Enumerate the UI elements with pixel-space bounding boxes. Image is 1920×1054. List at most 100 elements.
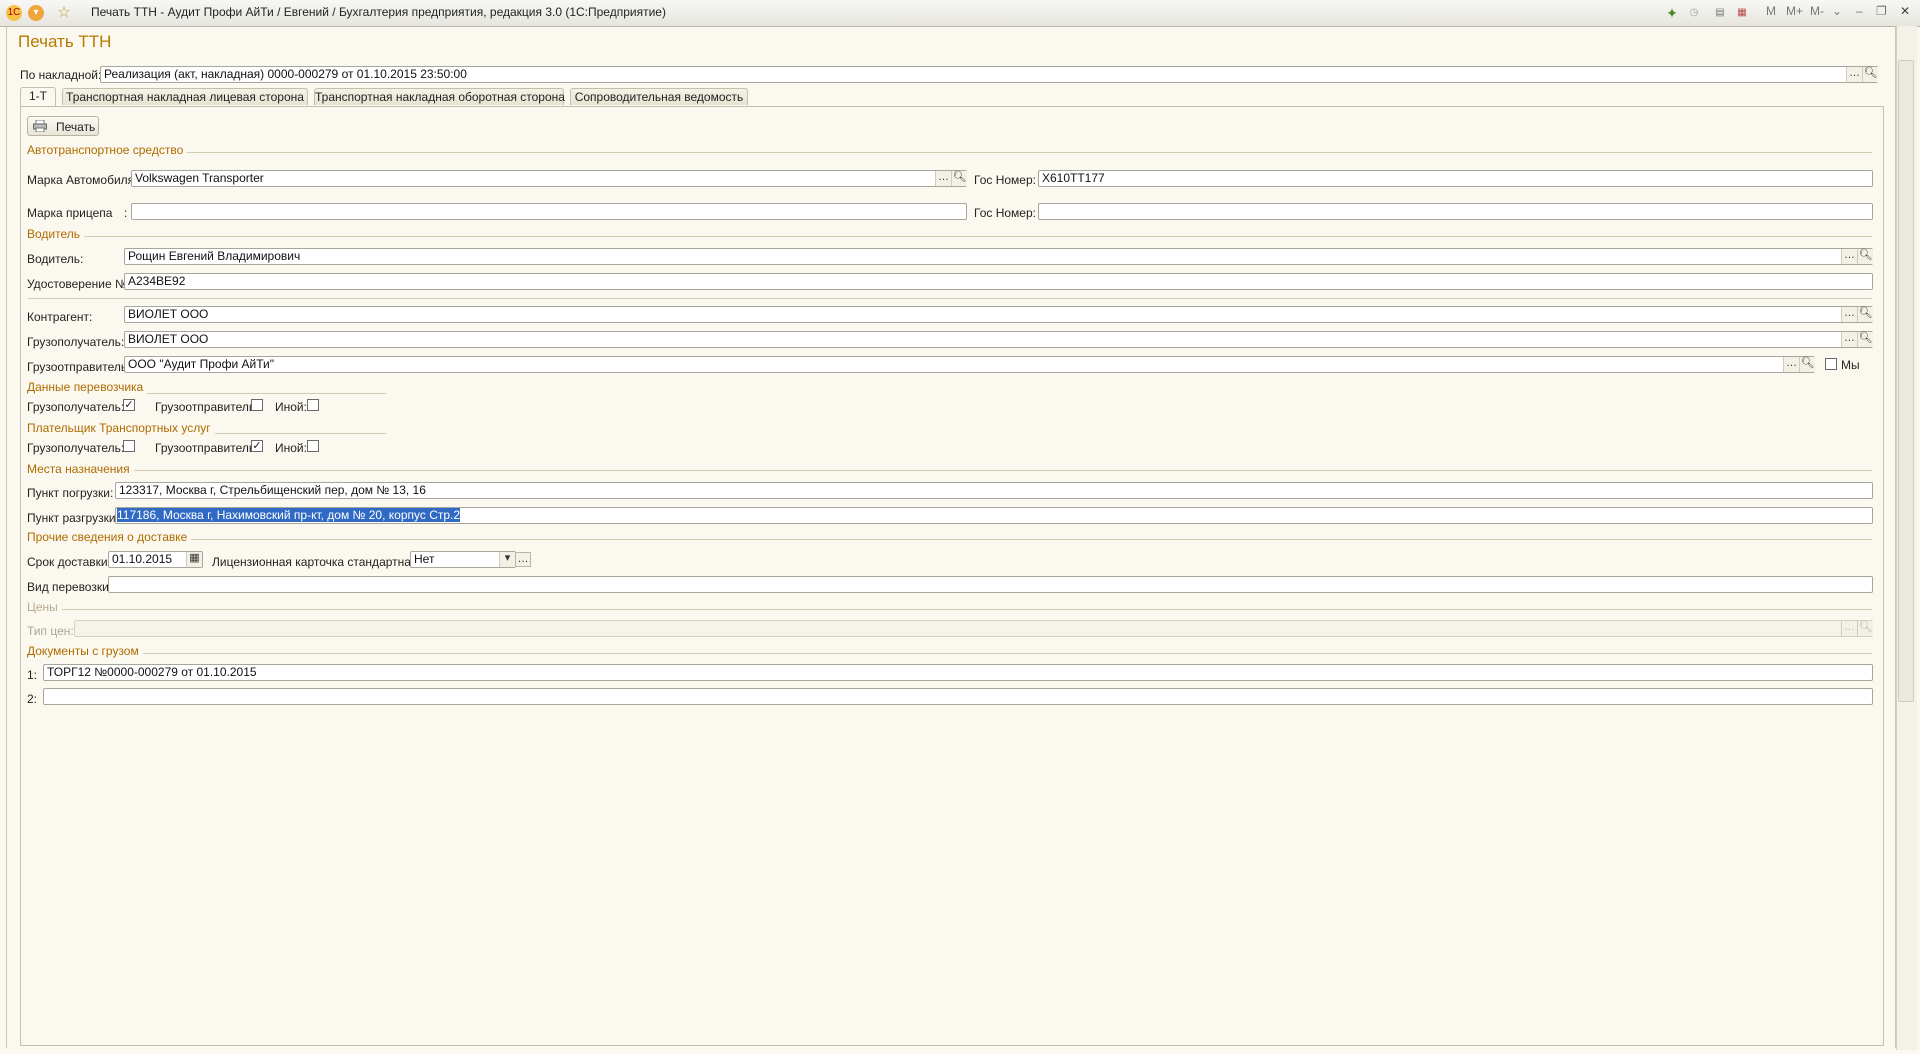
main-menu-icon[interactable]: ▾	[28, 5, 44, 21]
document-row-number: 1:	[27, 668, 38, 682]
driver-label: Водитель:	[27, 252, 84, 266]
license-label: Удостоверение №:	[27, 277, 132, 291]
payer-other-label: Иной:	[275, 441, 307, 455]
invoice-field[interactable]: Реализация (акт, накладная) 0000-000279 …	[100, 66, 1878, 83]
document-row-number: 2:	[27, 692, 38, 706]
section-divider	[28, 470, 1872, 471]
section-documents: Документы с грузом	[27, 644, 143, 658]
section-vehicle: Автотранспортное средство	[27, 143, 188, 157]
page-title: Печать ТТН	[18, 32, 112, 51]
tab-front-side[interactable]: Транспортная накладная лицевая сторона	[62, 88, 308, 105]
carrier-other-checkbox[interactable]	[307, 399, 319, 411]
transport-type-label: Вид перевозки:	[27, 580, 113, 594]
section-divider	[28, 539, 1872, 540]
shipper-select-button[interactable]: …	[1783, 357, 1799, 372]
history-icon[interactable]: ◷	[1686, 5, 1702, 21]
carrier-shipper-checkbox[interactable]	[251, 399, 263, 411]
contractor-field[interactable]: ВИОЛЕТ ООО	[124, 306, 1873, 323]
consignee-search-icon[interactable]: 🔍︎	[1857, 332, 1873, 347]
unloading-point-value: 117186, Москва г, Нахимовский пр-кт, дом…	[117, 508, 461, 522]
close-icon[interactable]: ✕	[1900, 4, 1910, 18]
section-carrier: Данные перевозчика	[27, 380, 148, 394]
payer-shipper-label: Грузоотправитель:	[155, 441, 259, 455]
carrier-other-label: Иной:	[275, 400, 307, 414]
section-prices: Цены	[27, 600, 62, 614]
calendar-icon[interactable]: ▦	[1734, 5, 1750, 21]
contractor-select-button[interactable]: …	[1841, 307, 1857, 322]
payer-other-checkbox[interactable]	[307, 440, 319, 452]
carrier-shipper-label: Грузоотправитель:	[155, 400, 259, 414]
we-checkbox[interactable]	[1825, 358, 1837, 370]
memory-button[interactable]: M	[1766, 4, 1776, 18]
invoice-label: По накладной:	[20, 68, 102, 82]
unloading-point-field[interactable]: 117186, Москва г, Нахимовский пр-кт, дом…	[115, 507, 1873, 524]
document-row-field[interactable]	[43, 688, 1873, 705]
carrier-consignee-checkbox[interactable]: ✓	[123, 399, 135, 411]
invoice-select-button[interactable]: …	[1846, 67, 1862, 82]
contractor-label: Контрагент:	[27, 310, 93, 324]
star-icon[interactable]: ☆	[56, 5, 72, 21]
section-divider	[28, 236, 1872, 237]
invoice-open-icon[interactable]: 🔍︎	[1862, 67, 1878, 82]
license-field[interactable]: А234ВЕ92	[124, 273, 1873, 290]
car-brand-select-button[interactable]: …	[935, 171, 951, 186]
printer-icon	[33, 120, 47, 132]
driver-select-button[interactable]: …	[1841, 249, 1857, 264]
trailer-colon: :	[124, 206, 128, 220]
tab-back-side[interactable]: Транспортная накладная оборотная сторона	[314, 88, 565, 105]
section-divider	[28, 609, 1872, 610]
print-button-label: Печать	[56, 120, 96, 134]
memory-minus-button[interactable]: M-	[1810, 4, 1824, 18]
shipper-field[interactable]: ООО "Аудит Профи АйТи"	[124, 356, 1815, 373]
loading-point-label: Пункт погрузки:	[27, 486, 114, 500]
section-payer: Плательщик Транспортных услуг	[27, 421, 215, 435]
transport-type-field[interactable]	[108, 576, 1873, 593]
carrier-consignee-label: Грузополучатель:	[27, 400, 125, 414]
print-button[interactable]: Печать	[27, 116, 99, 136]
contractor-search-icon[interactable]: 🔍︎	[1857, 307, 1873, 322]
tab-accompanying-list[interactable]: Сопроводительная ведомость	[570, 88, 748, 105]
price-type-label: Тип цен:	[27, 624, 74, 638]
chevron-down-icon[interactable]: ▾	[499, 552, 515, 567]
car-brand-field[interactable]: Volkswagen Transporter	[131, 170, 967, 187]
loading-point-field[interactable]: 123317, Москва г, Стрельбищенский пер, д…	[115, 482, 1873, 499]
chevron-down-icon[interactable]: ⌄	[1832, 4, 1842, 18]
price-type-field[interactable]	[74, 620, 1873, 637]
driver-search-icon[interactable]: 🔍︎	[1857, 249, 1873, 264]
shipper-search-icon[interactable]: 🔍︎	[1799, 357, 1815, 372]
tab-1t[interactable]: 1-Т	[20, 87, 56, 106]
restore-icon[interactable]: ❐	[1876, 4, 1887, 18]
consignee-label: Грузополучатель:	[27, 335, 125, 349]
section-divider	[28, 298, 1872, 299]
calculator-icon[interactable]: ▤	[1712, 5, 1728, 21]
trailer-field[interactable]	[131, 203, 967, 220]
document-row-field[interactable]: ТОРГ12 №0000-000279 от 01.10.2015	[43, 664, 1873, 681]
price-type-select-button[interactable]: …	[1841, 621, 1857, 636]
we-label: Мы	[1841, 358, 1860, 372]
price-type-search-icon[interactable]: 🔍︎	[1857, 621, 1873, 636]
license-card-open-button[interactable]: …	[515, 552, 531, 567]
trailer-plate-field[interactable]	[1038, 203, 1873, 220]
delivery-term-label: Срок доставки:	[27, 555, 111, 569]
section-driver: Водитель	[27, 227, 85, 241]
window-title: Печать ТТН - Аудит Профи АйТи / Евгений …	[91, 5, 666, 19]
consignee-select-button[interactable]: …	[1841, 332, 1857, 347]
favorites-add-icon[interactable]: ✦	[1664, 5, 1680, 21]
consignee-field[interactable]: ВИОЛЕТ ООО	[124, 331, 1873, 348]
section-destination: Места назначения	[27, 462, 134, 476]
payer-consignee-checkbox[interactable]	[123, 440, 135, 452]
payer-consignee-label: Грузополучатель:	[27, 441, 125, 455]
section-divider	[28, 152, 1872, 153]
car-brand-label: Марка Автомобиля:	[27, 173, 138, 187]
app-logo-icon[interactable]: 1С	[6, 5, 22, 21]
car-brand-search-icon[interactable]: 🔍︎	[951, 171, 967, 186]
trailer-label: Марка прицепа	[27, 206, 113, 220]
shipper-label: Грузоотправитель:	[27, 360, 131, 374]
scrollbar-thumb[interactable]	[1898, 60, 1914, 702]
plate-field[interactable]: Х610ТТ177	[1038, 170, 1873, 187]
payer-shipper-checkbox[interactable]: ✓	[251, 440, 263, 452]
memory-plus-button[interactable]: M+	[1786, 4, 1803, 18]
driver-field[interactable]: Рощин Евгений Владимирович	[124, 248, 1873, 265]
calendar-icon[interactable]: ▦	[186, 552, 202, 567]
minimize-icon[interactable]: –	[1856, 4, 1863, 18]
